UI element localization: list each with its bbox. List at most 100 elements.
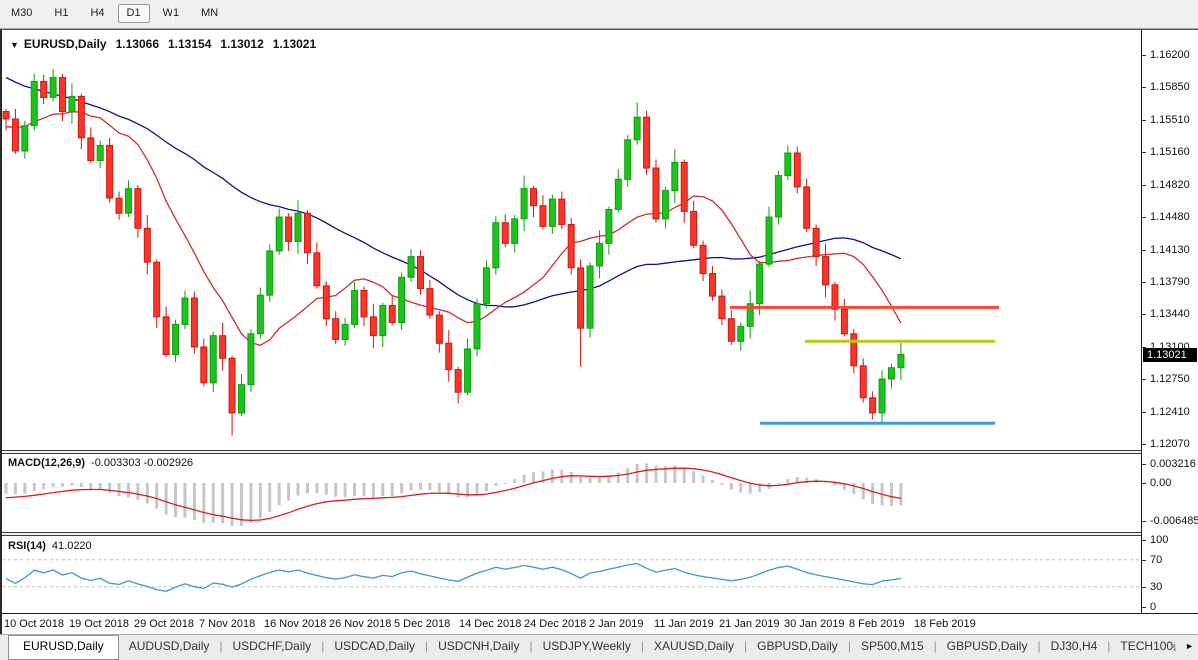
candle xyxy=(512,215,518,253)
price-axis-label: 1.15850 xyxy=(1150,81,1190,93)
timeframe-toolbar: M30H1H4 D1W1MN xyxy=(0,0,1198,29)
chart-tab-audusd-daily[interactable]: AUDUSD,Daily xyxy=(119,635,220,658)
timeframe-button-mn[interactable]: MN xyxy=(192,4,227,23)
timeframe-button-h4[interactable]: H4 xyxy=(81,4,113,23)
timeframe-button-w1[interactable]: W1 xyxy=(154,4,189,23)
macd-histogram-bar xyxy=(5,483,8,494)
candle xyxy=(606,207,612,255)
macd-histogram-bar xyxy=(165,483,168,515)
macd-histogram-bar xyxy=(325,483,328,495)
chart-tab-usdchf-daily[interactable]: USDCHF,Daily xyxy=(223,635,322,658)
macd-histogram-bar xyxy=(391,483,394,496)
chart-title-dropdown-icon[interactable]: ▼ xyxy=(10,40,19,50)
candle xyxy=(31,74,37,131)
macd-histogram-bar xyxy=(419,483,422,490)
candle xyxy=(483,260,489,308)
chart-tab-usdjpy-weekly[interactable]: USDJPY,Weekly xyxy=(533,635,641,658)
candle xyxy=(549,194,555,234)
chart-title: ▼EURUSD,Daily1.130661.131541.130121.1302… xyxy=(10,37,316,51)
timeframe-button-m30[interactable]: M30 xyxy=(2,4,41,23)
candle xyxy=(182,291,188,330)
pane-splitter[interactable] xyxy=(2,532,1141,536)
candle xyxy=(747,291,753,339)
candle xyxy=(314,242,320,288)
rsi-indicator-pane[interactable]: RSI(14)41.0220 xyxy=(2,537,1141,613)
candle xyxy=(493,216,499,274)
macd-histogram-bar xyxy=(108,483,111,493)
date-axis[interactable]: 10 Oct 201819 Oct 201829 Oct 20187 Nov 2… xyxy=(2,613,1198,635)
chart-tab-gbpusd-daily[interactable]: GBPUSD,Daily xyxy=(747,635,848,658)
date-axis-label: 29 Oct 2018 xyxy=(134,618,194,630)
tab-scroll-left-icon[interactable]: ◄ xyxy=(1168,641,1177,651)
candle xyxy=(78,94,84,150)
candle xyxy=(191,291,197,353)
tab-scroll-right-icon[interactable]: ► xyxy=(1185,641,1194,651)
candle xyxy=(596,230,602,278)
rsi-axis-label: 30 xyxy=(1150,581,1162,593)
candle xyxy=(728,310,734,345)
price-axis-tick xyxy=(1142,314,1146,315)
timeframe-button-h1[interactable]: H1 xyxy=(45,4,77,23)
chart-tab-dj30-h4[interactable]: DJ30,H4 xyxy=(1041,635,1108,658)
candle xyxy=(455,367,461,404)
bar-close: 1.13021 xyxy=(273,37,316,51)
macd-histogram-bar xyxy=(362,483,365,496)
macd-histogram-bar xyxy=(278,483,281,505)
chart-tab-usdcad-daily[interactable]: USDCAD,Daily xyxy=(324,635,425,658)
date-axis-label: 21 Jan 2019 xyxy=(719,618,780,630)
rsi-axis-label: 0 xyxy=(1150,601,1156,613)
macd-histogram-bar xyxy=(504,483,507,484)
macd-histogram-bar xyxy=(551,470,554,483)
candle xyxy=(125,180,131,217)
price-axis-tick xyxy=(1142,185,1146,186)
candle xyxy=(672,149,678,203)
macd-histogram-bar xyxy=(353,483,356,496)
rsi-axis-tick xyxy=(1142,560,1146,561)
candle xyxy=(333,311,339,344)
price-axis-tick xyxy=(1142,412,1146,413)
bar-open: 1.13066 xyxy=(116,37,159,51)
macd-histogram-bar xyxy=(692,471,695,483)
date-axis-label: 16 Nov 2018 xyxy=(264,618,326,630)
price-axis-label: 1.14480 xyxy=(1150,211,1190,223)
chart-tab-xauusd-daily[interactable]: XAUUSD,Daily xyxy=(644,635,744,658)
macd-indicator-pane[interactable]: MACD(12,26,9)-0.003303 -0.002926 xyxy=(2,454,1141,532)
macd-histogram-bar xyxy=(617,472,620,483)
price-axis-label: 1.13100 xyxy=(1150,341,1190,353)
chart-tab-gbpusd-daily[interactable]: GBPUSD,Daily xyxy=(937,635,1038,658)
timeframe-button-d1[interactable]: D1 xyxy=(118,4,150,23)
macd-histogram-bar xyxy=(626,468,629,483)
macd-histogram-bar xyxy=(344,483,347,497)
macd-histogram-bar xyxy=(589,478,592,483)
price-axis-tick xyxy=(1142,379,1146,380)
price-axis-tick xyxy=(1142,282,1146,283)
price-axis-label: 1.14820 xyxy=(1150,179,1190,191)
candle xyxy=(69,83,75,124)
candle xyxy=(832,282,838,321)
chart-tab-sp500-m15[interactable]: SP500,M15 xyxy=(851,635,934,658)
candle xyxy=(154,259,160,328)
candle xyxy=(116,192,122,220)
macd-histogram-bar xyxy=(249,483,252,523)
candle xyxy=(12,109,18,154)
candle xyxy=(342,318,348,346)
price-axis-label: 1.13790 xyxy=(1150,276,1190,288)
chart-tab-eurusd-daily[interactable]: EURUSD,Daily xyxy=(8,635,119,660)
macd-histogram-bar xyxy=(852,483,855,494)
macd-histogram-bar xyxy=(136,483,139,500)
macd-histogram-bar xyxy=(381,483,384,496)
candle xyxy=(41,75,47,104)
main-chart-pane[interactable]: ▼EURUSD,Daily1.130661.131541.130121.1302… xyxy=(2,31,1141,450)
macd-histogram-bar xyxy=(532,472,535,483)
candle xyxy=(436,311,442,352)
candle xyxy=(220,323,226,371)
macd-histogram-bar xyxy=(212,483,215,523)
chart-window: ▼EURUSD,Daily1.130661.131541.130121.1302… xyxy=(0,29,1198,634)
macd-histogram-bar xyxy=(833,483,836,486)
candle xyxy=(502,214,508,247)
price-axis[interactable]: 1.13021 1.162001.158501.155101.151601.14… xyxy=(1142,30,1198,613)
candle xyxy=(738,323,744,351)
candle xyxy=(22,121,28,159)
rsi-axis-label: 100 xyxy=(1150,534,1168,546)
chart-tab-usdcnh-daily[interactable]: USDCNH,Daily xyxy=(428,635,529,658)
